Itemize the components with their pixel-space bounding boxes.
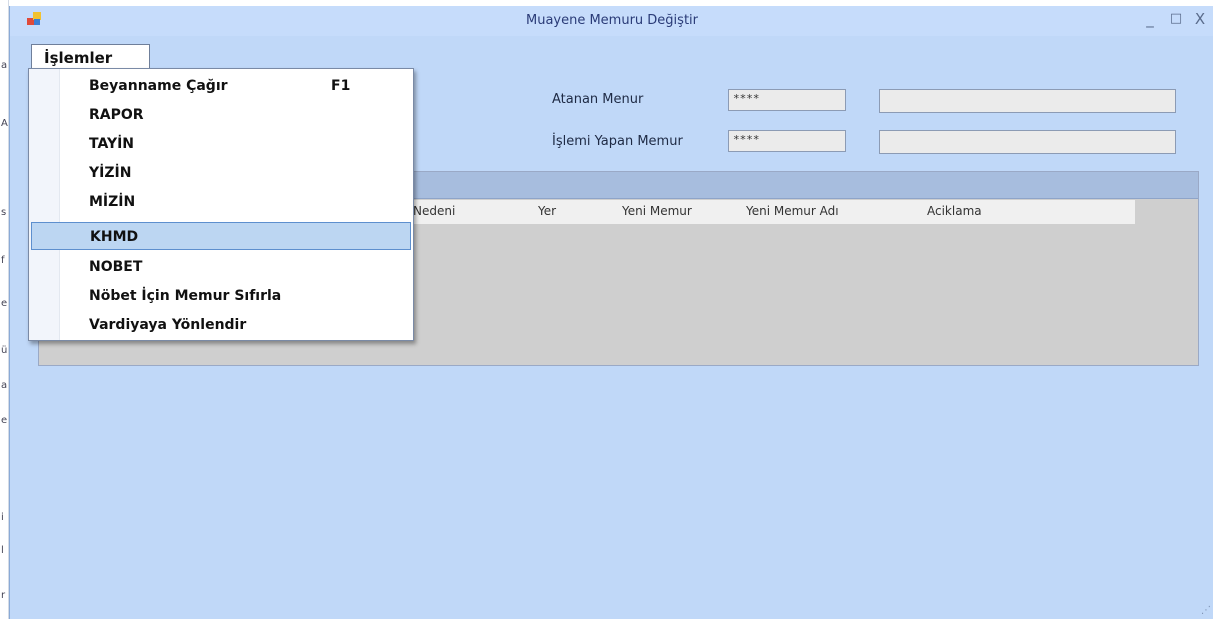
column-header-yeni-memur-adi[interactable]: Yeni Memur Adı xyxy=(746,204,839,218)
menu-item-shortcut: F1 xyxy=(331,78,351,94)
maximize-button[interactable]: □ xyxy=(1164,9,1188,29)
background-char: a xyxy=(1,60,8,71)
operator-officer-name-field[interactable] xyxy=(879,130,1176,154)
menu-item-label: Beyanname Çağır xyxy=(89,78,228,94)
assigned-officer-label: Atanan Menur xyxy=(552,92,644,107)
background-char: A xyxy=(1,118,8,129)
menu-item-label: NOBET xyxy=(89,259,143,275)
menu-item-label: Nöbet İçin Memur Sıfırla xyxy=(89,288,282,304)
background-char: a xyxy=(1,380,8,391)
menu-item-label: TAYİN xyxy=(89,136,135,152)
menu-item-label: YİZİN xyxy=(89,165,132,181)
menu-item-rapor[interactable]: RAPOR xyxy=(31,101,411,129)
menu-item-label: MİZİN xyxy=(89,194,136,210)
menu-item-mizin[interactable]: MİZİN xyxy=(31,188,411,216)
background-char: f xyxy=(1,255,5,266)
islemler-dropdown-menu: Beyanname Çağır F1 RAPOR TAYİN YİZİN MİZ… xyxy=(28,68,414,341)
resize-grip-icon[interactable]: ⋰ xyxy=(1201,605,1211,616)
assigned-officer-name-field[interactable] xyxy=(879,89,1176,113)
menu-item-khmd[interactable]: KHMD xyxy=(31,222,411,250)
background-char: ü xyxy=(1,345,8,356)
close-button[interactable]: X xyxy=(1188,9,1212,29)
title-bar[interactable]: Muayene Memuru Değiştir _ □ X xyxy=(10,6,1213,36)
column-header-yer[interactable]: Yer xyxy=(538,204,556,218)
menu-item-beyanname-cagir[interactable]: Beyanname Çağır F1 xyxy=(31,72,411,100)
menu-item-tayin[interactable]: TAYİN xyxy=(31,130,411,158)
window-title: Muayene Memuru Değiştir xyxy=(525,13,698,28)
main-window: Muayene Memuru Değiştir _ □ X İşlemler A… xyxy=(9,6,1213,619)
menu-item-label: Vardiyaya Yönlendir xyxy=(89,317,247,333)
background-window-strip: a A s f e ü a e i l r xyxy=(0,0,9,619)
background-char: s xyxy=(1,207,7,218)
background-char: r xyxy=(1,590,6,601)
menu-item-vardiyaya-yonlendir[interactable]: Vardiyaya Yönlendir xyxy=(31,311,411,339)
background-char: l xyxy=(1,545,4,556)
operator-officer-code-field[interactable]: **** xyxy=(728,130,846,152)
background-char: i xyxy=(1,512,4,523)
minimize-button[interactable]: _ xyxy=(1138,9,1162,29)
menu-item-nobet-icin-memur-sifirla[interactable]: Nöbet İçin Memur Sıfırla xyxy=(31,282,411,310)
column-header-nedeni[interactable]: Nedeni xyxy=(413,204,455,218)
background-char: e xyxy=(1,415,8,426)
menu-item-yizin[interactable]: YİZİN xyxy=(31,159,411,187)
column-header-yeni-memur[interactable]: Yeni Memur xyxy=(622,204,692,218)
assigned-officer-code-field[interactable]: **** xyxy=(728,89,846,111)
column-header-aciklama[interactable]: Aciklama xyxy=(927,204,982,218)
menu-item-nobet[interactable]: NOBET xyxy=(31,253,411,281)
menu-islemler[interactable]: İşlemler xyxy=(31,44,150,71)
menu-item-label: KHMD xyxy=(90,229,139,245)
operator-officer-label: İşlemi Yapan Memur xyxy=(552,134,683,149)
menu-item-label: RAPOR xyxy=(89,107,144,123)
background-char: e xyxy=(1,298,8,309)
